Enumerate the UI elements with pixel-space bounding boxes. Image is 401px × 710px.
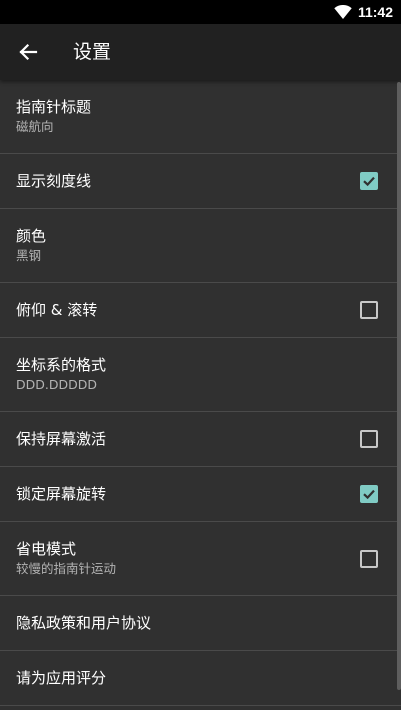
setting-text: 俯仰 & 滚转 bbox=[16, 283, 341, 337]
setting-title: 显示刻度线 bbox=[16, 172, 92, 190]
setting-privacy-policy[interactable]: 隐私政策和用户协议 bbox=[0, 596, 401, 651]
status-icons: 11:42 bbox=[334, 0, 393, 24]
setting-title: 请为应用评分 bbox=[16, 669, 107, 687]
setting-summary: 较慢的指南针运动 bbox=[16, 561, 117, 576]
setting-text: 保持屏幕激活 bbox=[16, 412, 341, 466]
setting-title: 省电模式 bbox=[16, 540, 77, 558]
setting-title: 坐标系的格式 bbox=[16, 356, 107, 374]
status-bar: 11:42 bbox=[0, 0, 401, 24]
setting-power-saving[interactable]: 省电模式 较慢的指南针运动 bbox=[0, 522, 401, 596]
setting-text: 颜色 黑钢 bbox=[16, 209, 341, 282]
setting-title: 保持屏幕激活 bbox=[16, 430, 107, 448]
status-clock: 11:42 bbox=[357, 4, 393, 20]
pitch-roll-checkbox[interactable] bbox=[360, 301, 378, 319]
setting-pitch-roll[interactable]: 俯仰 & 滚转 bbox=[0, 283, 401, 338]
setting-coordinate-format[interactable]: 坐标系的格式 DDD.DDDDD bbox=[0, 338, 401, 412]
setting-title: 锁定屏幕旋转 bbox=[16, 485, 107, 503]
app-toolbar: 设置 bbox=[0, 24, 401, 80]
setting-text: 隐私政策和用户协议 bbox=[16, 596, 341, 650]
arrow-back-icon bbox=[19, 43, 38, 61]
setting-title: 颜色 bbox=[16, 227, 47, 245]
setting-color[interactable]: 颜色 黑钢 bbox=[0, 209, 401, 283]
lock-rotation-checkbox[interactable] bbox=[360, 485, 378, 503]
setting-text: 坐标系的格式 DDD.DDDDD bbox=[16, 338, 341, 411]
show-ticks-checkbox[interactable] bbox=[360, 172, 378, 190]
setting-title: 俯仰 & 滚转 bbox=[16, 301, 98, 319]
setting-summary: 黑钢 bbox=[16, 248, 42, 263]
page-title: 设置 bbox=[73, 41, 112, 63]
setting-text: 显示刻度线 bbox=[16, 154, 341, 208]
settings-list[interactable]: 指南针标题 磁航向 显示刻度线 颜色 黑钢 俯仰 & 滚转 坐标系的格式 DDD… bbox=[0, 80, 401, 710]
setting-summary: DDD.DDDDD bbox=[16, 377, 97, 392]
setting-keep-screen-on[interactable]: 保持屏幕激活 bbox=[0, 412, 401, 467]
wifi-icon bbox=[334, 5, 352, 19]
setting-title: 隐私政策和用户协议 bbox=[16, 614, 152, 632]
power-saving-checkbox[interactable] bbox=[360, 549, 378, 568]
back-button[interactable] bbox=[8, 32, 48, 72]
setting-compass-heading[interactable]: 指南针标题 磁航向 bbox=[0, 80, 401, 154]
setting-text: 请为应用评分 bbox=[16, 651, 341, 705]
keep-screen-on-checkbox[interactable] bbox=[360, 430, 378, 448]
setting-lock-rotation[interactable]: 锁定屏幕旋转 bbox=[0, 467, 401, 522]
scrollbar[interactable] bbox=[397, 82, 401, 690]
setting-summary: 磁航向 bbox=[16, 119, 54, 134]
setting-text: 省电模式 较慢的指南针运动 bbox=[16, 522, 341, 595]
checkmark-icon bbox=[363, 176, 375, 187]
setting-show-ticks[interactable]: 显示刻度线 bbox=[0, 154, 401, 209]
setting-title: 指南针标题 bbox=[16, 98, 92, 116]
setting-text: 指南针标题 磁航向 bbox=[16, 80, 341, 153]
setting-rate-app[interactable]: 请为应用评分 bbox=[0, 651, 401, 706]
setting-text: 锁定屏幕旋转 bbox=[16, 467, 341, 521]
checkmark-icon bbox=[363, 489, 375, 500]
